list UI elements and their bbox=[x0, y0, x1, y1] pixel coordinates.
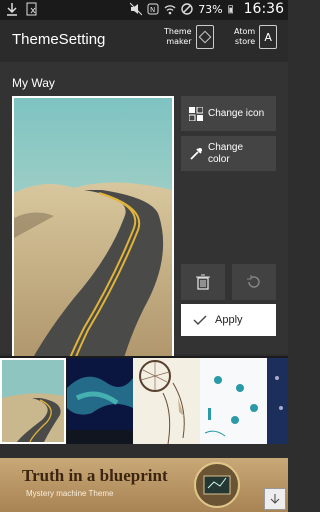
theme-thumb-road[interactable] bbox=[0, 358, 66, 444]
change-icon-label: Change icon bbox=[208, 107, 265, 119]
apply-button[interactable]: Apply bbox=[181, 304, 276, 336]
ad-subtitle: Mystery machine Theme bbox=[26, 489, 114, 498]
status-bar: N 73% 16:36 bbox=[0, 0, 288, 20]
road-wallpaper bbox=[14, 98, 172, 396]
theme-maker-button[interactable]: Theme maker bbox=[164, 25, 214, 49]
theme-thumb-aurora[interactable] bbox=[67, 358, 133, 444]
ad-download-button[interactable] bbox=[264, 488, 286, 510]
nfc-icon: N bbox=[147, 3, 159, 15]
wifi-icon bbox=[164, 5, 176, 15]
battery-icon bbox=[227, 5, 233, 14]
undo-icon bbox=[247, 275, 260, 288]
theme-panel: My Way my bbox=[0, 62, 288, 398]
download-arrow-icon bbox=[270, 494, 280, 504]
eyedropper-icon bbox=[190, 147, 202, 160]
download-icon bbox=[7, 3, 17, 16]
theme-thumbnail-strip bbox=[0, 356, 288, 444]
section-label: My Way bbox=[12, 76, 55, 90]
theme-thumb-dreamcatcher[interactable] bbox=[133, 358, 200, 444]
change-icon-button[interactable]: Change icon bbox=[181, 96, 276, 131]
svg-text:N: N bbox=[150, 6, 155, 14]
app-bar: ThemeSetting Theme maker Atom store A bbox=[0, 20, 288, 62]
atom-store-button[interactable]: Atom store A bbox=[234, 25, 278, 49]
atom-store-icon: A bbox=[259, 25, 278, 49]
ad-headline: Truth in a blueprint bbox=[22, 466, 168, 485]
battery-percent: 73% bbox=[198, 2, 223, 16]
mute-icon bbox=[130, 2, 143, 16]
change-color-button[interactable]: Change color bbox=[181, 136, 276, 171]
apply-label: Apply bbox=[215, 314, 243, 326]
theme-thumb-penguins[interactable] bbox=[200, 358, 267, 444]
grid-icon bbox=[189, 106, 203, 121]
reset-button[interactable] bbox=[232, 264, 276, 300]
app-title: ThemeSetting bbox=[12, 31, 106, 48]
theme-thumb-navy[interactable] bbox=[267, 358, 288, 444]
document-icon bbox=[26, 2, 37, 16]
clock-ornament-icon bbox=[194, 462, 240, 508]
delete-button[interactable] bbox=[181, 264, 225, 300]
block-icon bbox=[181, 3, 193, 15]
trash-icon bbox=[196, 274, 210, 290]
clock: 16:36 bbox=[243, 1, 284, 17]
theme-maker-icon bbox=[195, 25, 214, 49]
check-icon bbox=[193, 315, 207, 325]
wallpaper-preview[interactable]: my bbox=[12, 96, 174, 398]
ad-banner[interactable]: Truth in a blueprint Mystery machine The… bbox=[0, 458, 288, 512]
